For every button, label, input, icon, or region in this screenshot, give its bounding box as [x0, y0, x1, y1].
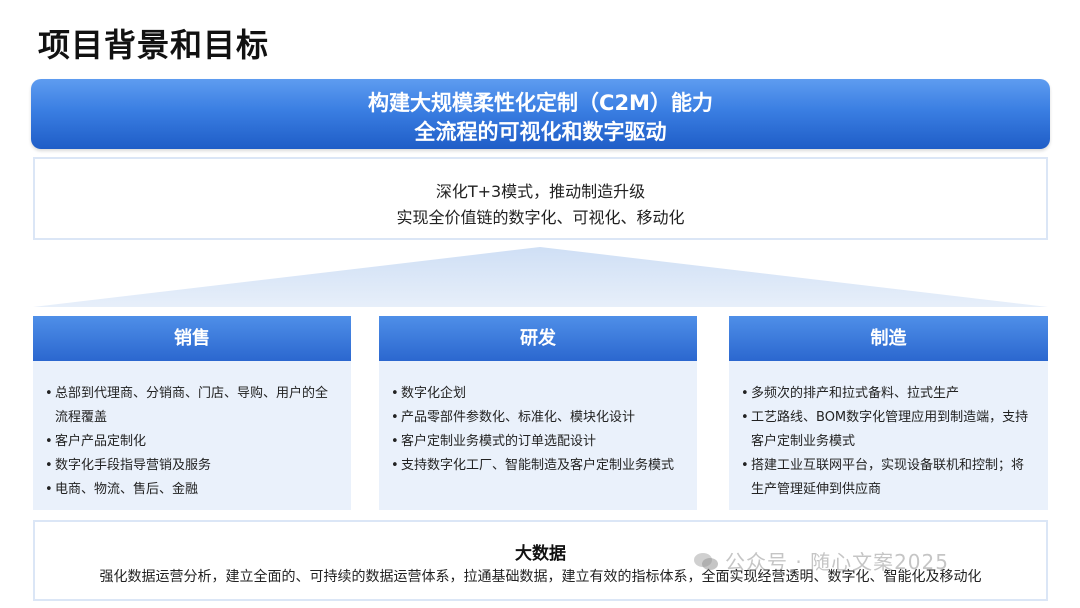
pillar-sales-list: 总部到代理商、分销商、门店、导购、用户的全 流程覆盖 客户产品定制化 数字化手段… [33, 361, 351, 502]
banner-line-2: 全流程的可视化和数字驱动 [414, 120, 667, 144]
list-item: 产品零部件参数化、标准化、模块化设计 [391, 406, 687, 430]
list-item: 流程覆盖 [55, 410, 108, 425]
pillar-sales-title: 销售 [33, 316, 351, 361]
list-item: 工艺路线、BOM数字化管理应用到制造端，支持 [741, 406, 1038, 430]
pillar-manufacturing-list: 多频次的排产和拉式备料、拉式生产 工艺路线、BOM数字化管理应用到制造端，支持 … [729, 361, 1048, 502]
list-item: 搭建工业互联网平台，实现设备联机和控制；将 [741, 454, 1038, 478]
pillar-manufacturing: 制造 多频次的排产和拉式备料、拉式生产 工艺路线、BOM数字化管理应用到制造端，… [729, 316, 1048, 510]
list-item: 客户产品定制化 [45, 430, 341, 454]
list-item: 多频次的排产和拉式备料、拉式生产 [741, 382, 1038, 406]
pillar-rnd: 研发 数字化企划 产品零部件参数化、标准化、模块化设计 客户定制业务模式的订单选… [379, 316, 697, 510]
goal-banner: 构建大规模柔性化定制（C2M）能力 全流程的可视化和数字驱动 [31, 79, 1050, 149]
list-item: 电商、物流、售后、金融 [45, 478, 341, 502]
vision-line-2: 实现全价值链的数字化、可视化、移动化 [396, 208, 685, 227]
list-item: 支持数字化工厂、智能制造及客户定制业务模式 [391, 454, 687, 478]
banner-line-1: 构建大规模柔性化定制（C2M）能力 [368, 91, 713, 115]
watermark: 公众号 · 随心文案2025 [693, 546, 949, 575]
roof-shape [33, 247, 1048, 307]
vision-line-1: 深化T+3模式，推动制造升级 [435, 182, 646, 201]
pillar-sales: 销售 总部到代理商、分销商、门店、导购、用户的全 流程覆盖 客户产品定制化 数字… [33, 316, 351, 510]
list-item: 总部到代理商、分销商、门店、导购、用户的全 [45, 382, 341, 406]
list-item: 生产管理延伸到供应商 [751, 482, 882, 497]
list-item: 客户定制业务模式 [751, 434, 856, 449]
wechat-icon [694, 553, 718, 570]
pillar-rnd-title: 研发 [379, 316, 697, 361]
pillar-manufacturing-title: 制造 [729, 316, 1048, 361]
vision-box: 深化T+3模式，推动制造升级 实现全价值链的数字化、可视化、移动化 [33, 157, 1048, 240]
list-item: 数字化手段指导营销及服务 [45, 454, 341, 478]
pillar-rnd-list: 数字化企划 产品零部件参数化、标准化、模块化设计 客户定制业务模式的订单选配设计… [379, 361, 697, 478]
list-item: 客户定制业务模式的订单选配设计 [391, 430, 687, 454]
list-item: 数字化企划 [391, 382, 687, 406]
watermark-text: 公众号 · 随心文案2025 [725, 550, 949, 574]
page-title: 项目背景和目标 [38, 26, 270, 64]
